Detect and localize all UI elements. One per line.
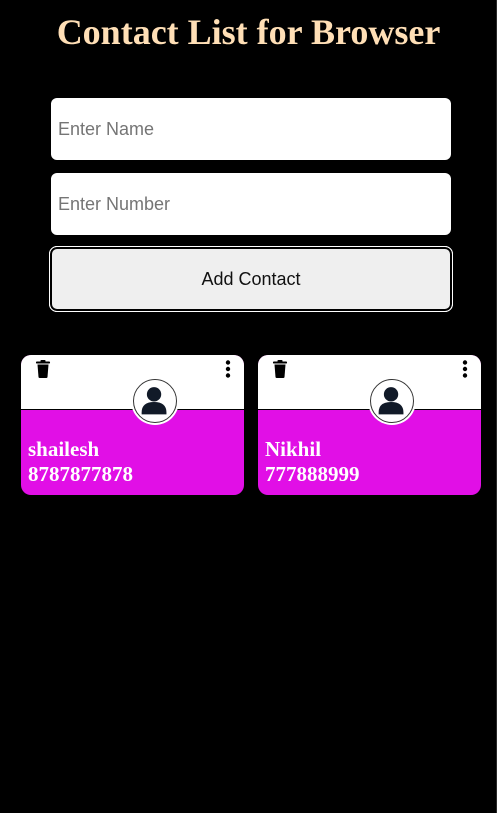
- trash-icon[interactable]: [35, 360, 51, 378]
- kebab-menu-icon[interactable]: [223, 360, 233, 378]
- name-input[interactable]: [51, 98, 451, 160]
- page-title: Contact List for Browser: [56, 12, 441, 52]
- page: Contact List for Browser Add Contact sha…: [0, 0, 497, 813]
- contact-number: 8787877878: [28, 462, 133, 486]
- number-input[interactable]: [51, 173, 451, 235]
- kebab-menu-icon[interactable]: [460, 360, 470, 378]
- trash-icon[interactable]: [272, 360, 288, 378]
- add-contact-button[interactable]: Add Contact: [49, 246, 453, 312]
- contact-card: Nikhil 777888999: [258, 355, 481, 495]
- avatar: [133, 379, 177, 423]
- contact-name: Nikhil: [265, 437, 322, 461]
- contact-number: 777888999: [265, 462, 360, 486]
- contact-card: shailesh 8787877878: [21, 355, 244, 495]
- contact-name: shailesh: [28, 437, 100, 461]
- avatar: [370, 379, 414, 423]
- user-avatar-icon: [378, 387, 404, 415]
- user-avatar-icon: [141, 387, 167, 415]
